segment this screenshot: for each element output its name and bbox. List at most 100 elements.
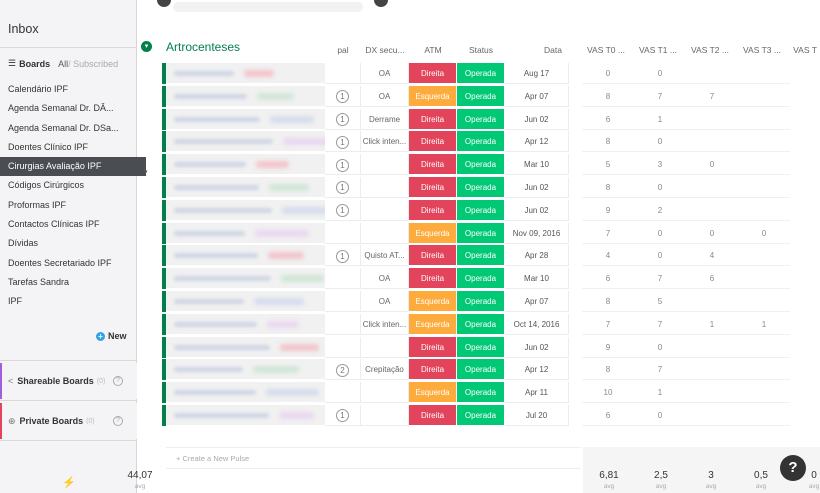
status-cell[interactable]: Operada: [457, 199, 505, 221]
table-row[interactable]: OA Esquerda Operada Apr 07 8 5: [162, 291, 820, 313]
vas-t1-cell[interactable]: 0: [634, 131, 686, 153]
sidebar-board-item[interactable]: Calendário IPF: [0, 80, 137, 99]
subscribed-filter[interactable]: / Subscribed: [68, 59, 118, 69]
vas-t3-cell[interactable]: [738, 109, 790, 130]
people-cell[interactable]: [325, 336, 361, 358]
date-cell[interactable]: Apr 12: [505, 131, 569, 153]
all-boards-filter[interactable]: All: [58, 59, 68, 69]
vas-t2-cell[interactable]: [686, 359, 738, 381]
atm-status-cell[interactable]: Direita: [409, 245, 457, 267]
table-row[interactable]: OA Direita Operada Mar 10 6 7 6: [162, 268, 820, 290]
atm-status-cell[interactable]: Direita: [409, 63, 457, 84]
status-cell[interactable]: Operada: [457, 63, 505, 84]
pulse-name-cell[interactable]: [166, 336, 336, 358]
dx-cell[interactable]: [361, 154, 409, 176]
pulse-name-cell[interactable]: [166, 313, 336, 335]
vas-t1-cell[interactable]: 7: [634, 268, 686, 290]
vas-t2-cell[interactable]: [686, 200, 738, 221]
vas-t0-cell[interactable]: 8: [582, 291, 634, 312]
private-boards-section[interactable]: ⊕ Private Boards (0) ?: [0, 403, 137, 439]
sidebar-board-item[interactable]: Cirurgias Avaliação IPF: [0, 157, 146, 177]
people-cell[interactable]: 1: [325, 245, 361, 267]
vas-t1-cell[interactable]: 0: [634, 405, 686, 426]
sidebar-board-item[interactable]: IPF: [0, 292, 137, 311]
atm-status-cell[interactable]: Esquerda: [409, 291, 457, 312]
vas-t0-cell[interactable]: 9: [582, 337, 634, 358]
vas-t0-cell[interactable]: 6: [582, 405, 634, 426]
date-cell[interactable]: Jun 02: [505, 108, 569, 130]
pulse-name-cell[interactable]: [166, 268, 336, 290]
create-pulse-input[interactable]: + Create a New Pulse: [166, 447, 581, 469]
dx-cell[interactable]: [361, 336, 409, 358]
vas-t2-cell[interactable]: [686, 63, 738, 84]
column-header[interactable]: VAS T1 ...: [632, 45, 684, 55]
date-cell[interactable]: Apr 12: [505, 359, 569, 381]
sidebar-board-item[interactable]: Doentes Secretariado IPF: [0, 254, 137, 273]
pulse-name-cell[interactable]: [166, 382, 336, 404]
column-header[interactable]: Status: [457, 45, 505, 55]
vas-t0-cell[interactable]: 8: [582, 131, 634, 153]
sidebar-board-item[interactable]: Proformas IPF: [0, 196, 137, 215]
people-cell[interactable]: [325, 382, 361, 404]
date-cell[interactable]: Jun 02: [505, 199, 569, 221]
date-cell[interactable]: Mar 10: [505, 268, 569, 290]
table-row[interactable]: OA Direita Operada Aug 17 0 0: [162, 63, 820, 85]
people-cell[interactable]: 1: [325, 85, 361, 107]
pulse-name-cell[interactable]: [166, 245, 336, 267]
people-cell[interactable]: 1: [325, 199, 361, 221]
pulse-name-cell[interactable]: [166, 85, 336, 107]
vas-t3-cell[interactable]: [738, 86, 790, 107]
pulse-name-cell[interactable]: [166, 63, 336, 84]
vas-t3-cell[interactable]: [738, 245, 790, 267]
date-cell[interactable]: Jun 02: [505, 336, 569, 358]
group-title[interactable]: Artrocenteses: [166, 40, 240, 54]
avatar[interactable]: [374, 0, 388, 7]
vas-t0-cell[interactable]: 5: [582, 154, 634, 176]
status-cell[interactable]: Operada: [457, 245, 505, 267]
menu-icon[interactable]: ☰: [8, 58, 16, 69]
dx-cell[interactable]: OA: [361, 291, 409, 312]
date-cell[interactable]: Aug 17: [505, 63, 569, 84]
atm-status-cell[interactable]: Esquerda: [409, 85, 457, 107]
atm-status-cell[interactable]: Direita: [409, 405, 457, 426]
date-cell[interactable]: Apr 07: [505, 85, 569, 107]
vas-t2-cell[interactable]: [686, 382, 738, 404]
people-cell[interactable]: [325, 222, 361, 244]
column-header[interactable]: VAS T0 ...: [580, 45, 632, 55]
vas-t1-cell[interactable]: 7: [634, 359, 686, 381]
dx-cell[interactable]: [361, 177, 409, 198]
vas-t0-cell[interactable]: 4: [582, 245, 634, 267]
people-cell[interactable]: 1: [325, 154, 361, 176]
vas-t3-cell[interactable]: [738, 382, 790, 404]
date-cell[interactable]: Mar 10: [505, 154, 569, 176]
group-collapse-icon[interactable]: ▾: [141, 41, 152, 52]
atm-status-cell[interactable]: Esquerda: [409, 222, 457, 244]
vas-t2-cell[interactable]: 0: [686, 223, 738, 244]
vas-t2-cell[interactable]: 0: [686, 154, 738, 176]
dx-cell[interactable]: OA: [361, 268, 409, 290]
table-row[interactable]: Esquerda Operada Nov 09, 2016 7 0 0 0: [162, 222, 820, 245]
pulse-name-cell[interactable]: [166, 222, 336, 244]
pulse-name-cell[interactable]: [166, 291, 336, 312]
vas-t2-cell[interactable]: [686, 177, 738, 198]
column-header[interactable]: VAS T: [790, 45, 820, 55]
vas-t1-cell[interactable]: 0: [634, 177, 686, 198]
inbox-link[interactable]: Inbox: [8, 22, 39, 36]
sidebar-board-item[interactable]: Tarefas Sandra: [0, 273, 137, 292]
people-cell[interactable]: 1: [325, 108, 361, 130]
sidebar-board-item[interactable]: Contactos Clínicas IPF: [0, 215, 137, 234]
date-cell[interactable]: Oct 14, 2016: [505, 313, 569, 335]
help-button[interactable]: ?: [780, 455, 806, 481]
table-row[interactable]: 1 Click inten... Direita Operada Apr 12 8 0: [162, 131, 820, 153]
pulse-name-cell[interactable]: [166, 131, 336, 153]
vas-t1-cell[interactable]: 0: [634, 223, 686, 244]
vas-t0-cell[interactable]: 8: [582, 86, 634, 107]
dx-cell[interactable]: [361, 405, 409, 426]
date-cell[interactable]: Nov 09, 2016: [505, 222, 569, 244]
atm-status-cell[interactable]: Direita: [409, 131, 457, 153]
lightning-icon[interactable]: ⚡: [62, 476, 76, 489]
search-bar[interactable]: [173, 2, 363, 12]
vas-t3-cell[interactable]: [738, 337, 790, 358]
vas-t1-cell[interactable]: 2: [634, 200, 686, 221]
vas-t1-cell[interactable]: 1: [634, 382, 686, 404]
